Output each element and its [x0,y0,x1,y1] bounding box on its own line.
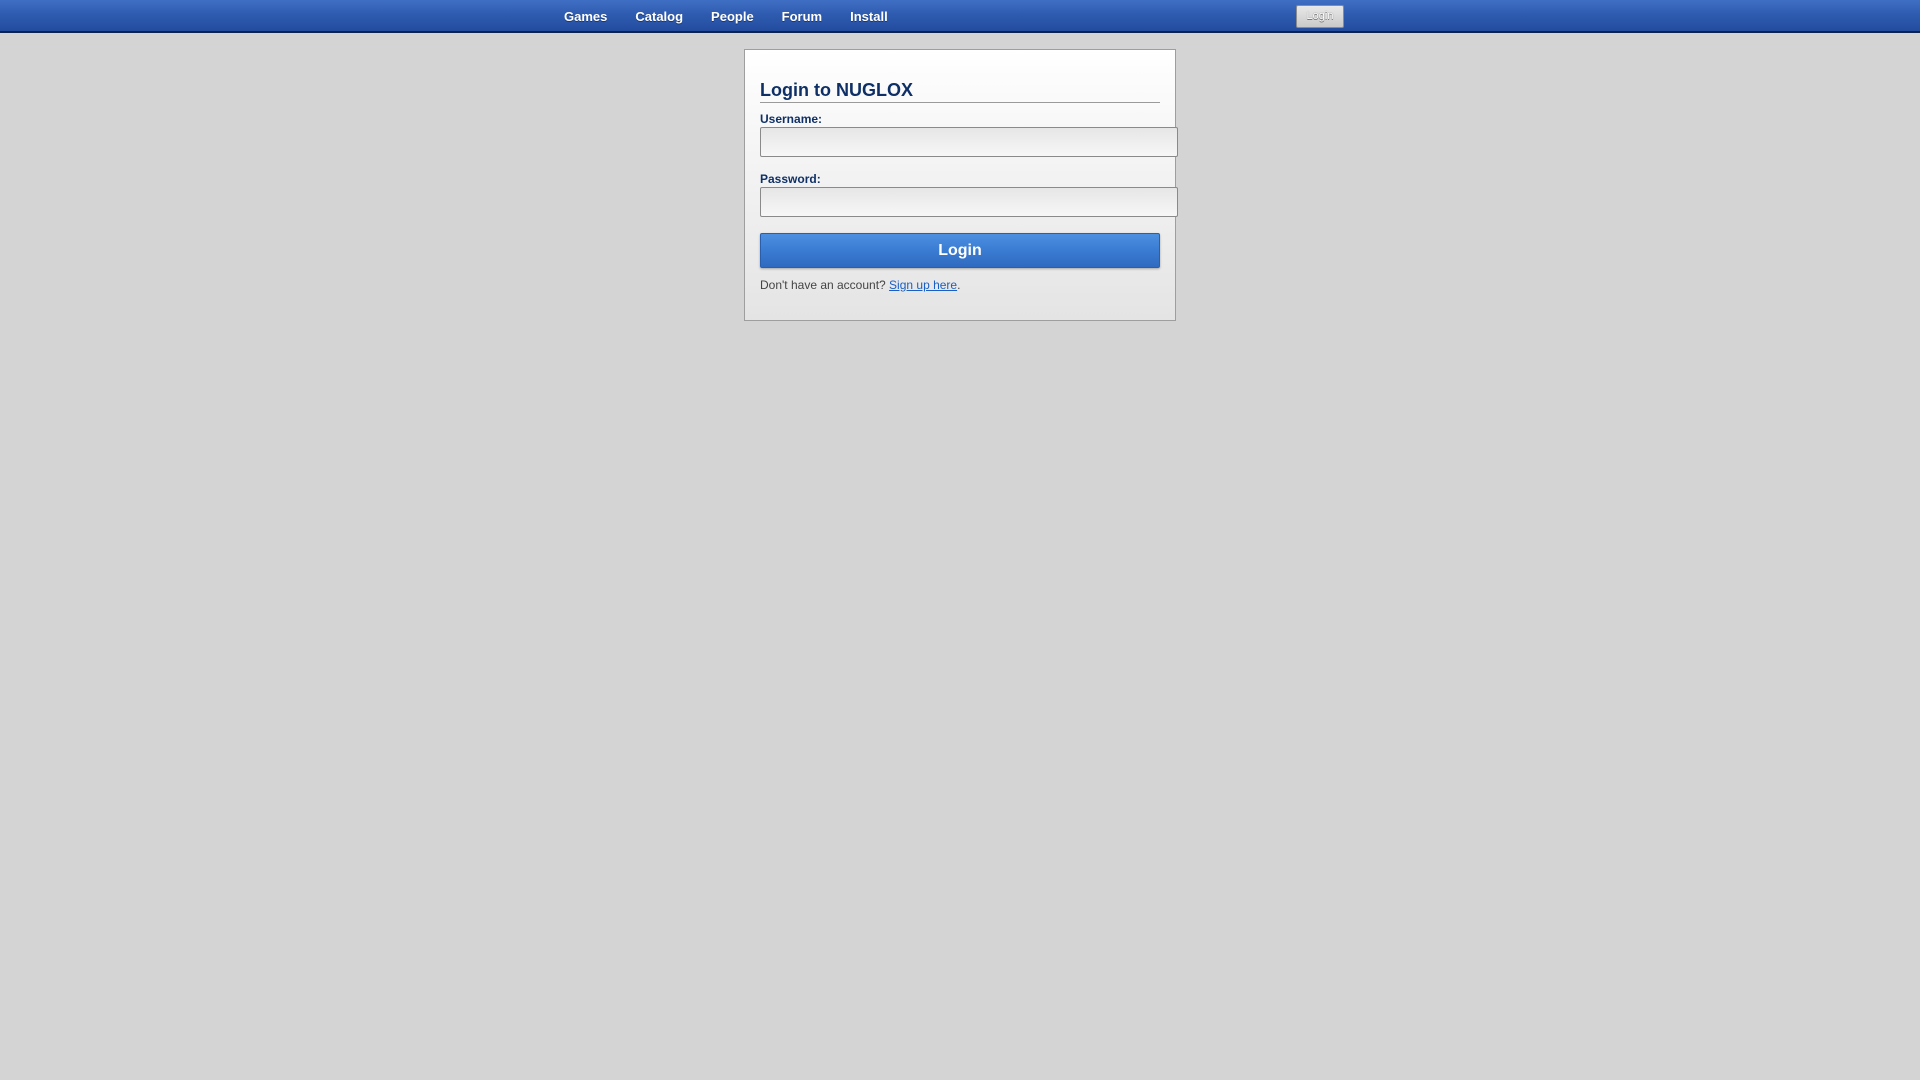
signup-prompt-line: Don't have an account? Sign up here. [760,278,960,292]
signup-link[interactable]: Sign up here [889,278,957,292]
password-input[interactable] [760,187,1178,217]
top-navigation-bar: Games Catalog People Forum Install Login [0,0,1920,33]
login-title: Login to NUGLOX [760,80,1160,103]
login-panel: Login to NUGLOX Username: Password: Logi… [744,49,1178,321]
main-nav: Games Catalog People Forum Install [550,0,902,33]
username-input[interactable] [760,127,1178,157]
signup-suffix: . [957,278,961,292]
signup-prompt-text: Don't have an account? [760,278,890,292]
nav-people-link[interactable]: People [697,9,768,24]
password-label: Password: [760,172,821,186]
nav-forum-link[interactable]: Forum [768,9,836,24]
header-login-button[interactable]: Login [1296,5,1344,28]
username-label: Username: [760,112,823,126]
nav-install-link[interactable]: Install [836,9,902,24]
nav-games-link[interactable]: Games [550,9,621,24]
login-submit-button[interactable]: Login [760,233,1160,268]
nav-catalog-link[interactable]: Catalog [621,9,697,24]
